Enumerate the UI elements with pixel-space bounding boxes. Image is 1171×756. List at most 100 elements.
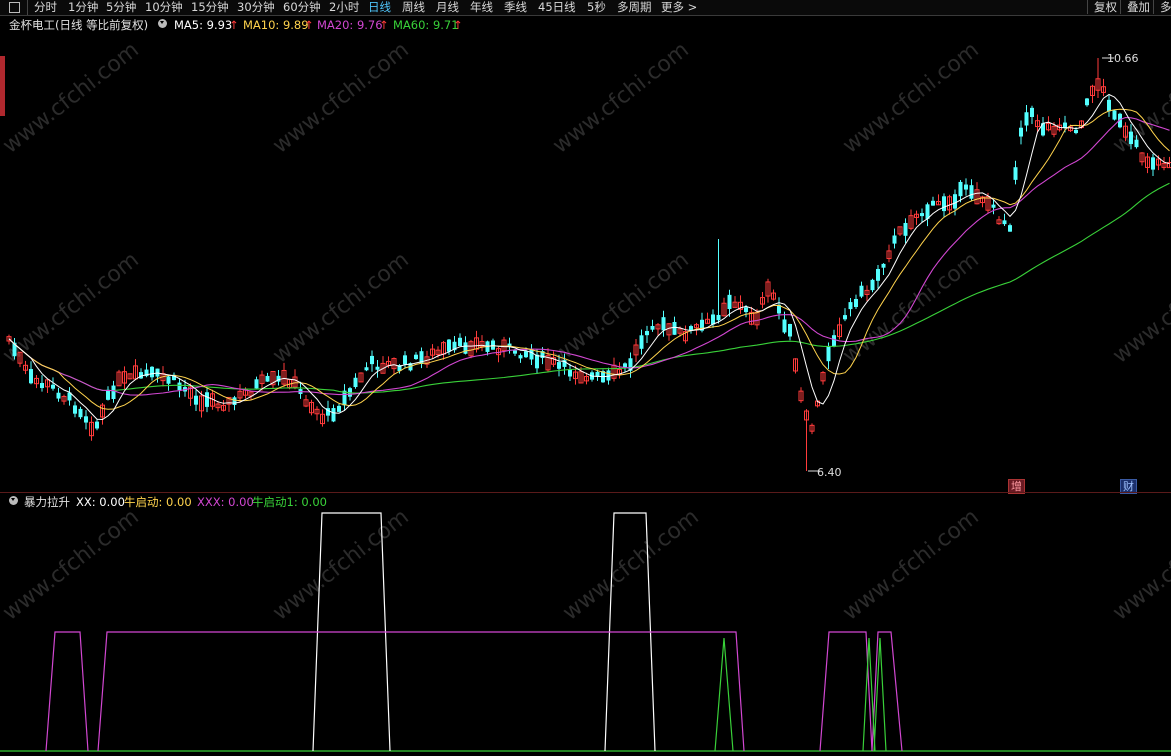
candle-body-down — [1129, 131, 1133, 145]
niu1-value: 牛启动1: 0.00 — [252, 495, 327, 509]
tab-yearly[interactable]: 年线 — [470, 0, 493, 14]
xx-value: XX: 0.00 — [76, 495, 125, 509]
indicator-name[interactable]: 暴力拉升 — [24, 493, 70, 511]
candle-body-down — [727, 294, 732, 310]
more-right-button[interactable]: 多 — [1153, 0, 1171, 14]
candle-body-down — [991, 204, 996, 208]
candle-body-down — [903, 222, 908, 236]
candle-body-down — [645, 331, 649, 336]
tab-2hour[interactable]: 2小时 — [329, 0, 359, 14]
watermark-text: www.cfchi.com — [1108, 247, 1171, 368]
settings-dropdown-icon[interactable] — [158, 19, 167, 28]
candle-body-down — [375, 366, 380, 370]
candle-body-down — [1107, 99, 1111, 112]
watermark-text: www.cfchi.com — [1108, 511, 1171, 626]
tab-quarterly[interactable]: 季线 — [504, 0, 527, 14]
candle-body-down — [177, 382, 182, 391]
tab-1min[interactable]: 1分钟 — [68, 0, 98, 14]
tab-45day[interactable]: 45日线 — [538, 0, 576, 14]
candle-body-down — [826, 346, 831, 362]
ma60-arrow-icon: ↑ — [453, 18, 463, 32]
high-price-label: 10.66 — [1107, 52, 1139, 65]
candle-body-down — [1063, 122, 1067, 128]
ma10-arrow-icon: ↑ — [304, 18, 314, 32]
window-icon[interactable] — [9, 2, 20, 13]
candle-body-down — [337, 405, 341, 412]
ma10-line — [8, 108, 1170, 410]
candle-body-down — [1085, 98, 1089, 106]
ma5-arrow-icon: ↑ — [229, 18, 239, 32]
candle-body-down — [29, 369, 33, 384]
candle-body-down — [953, 194, 957, 209]
candle-body-down — [1074, 129, 1078, 134]
candle-body-down — [166, 376, 171, 384]
candle-body-down — [782, 319, 787, 333]
indicator-chart[interactable]: www.cfchi.com www.cfchi.com www.cfchi.com w… — [0, 511, 1171, 756]
ma60-value: MA60: 9.71 — [393, 18, 459, 32]
tab-fenshi[interactable]: 分时 — [34, 0, 57, 14]
tab-more[interactable]: 更多 > — [661, 0, 697, 14]
tab-weekly[interactable]: 周线 — [402, 0, 425, 14]
watermark-text: www.cfchi.com — [838, 37, 983, 158]
tab-15min[interactable]: 15分钟 — [191, 0, 229, 14]
tab-multi-period[interactable]: 多周期 — [617, 0, 652, 14]
watermark-text: www.cfchi.com — [558, 511, 703, 626]
candle-body-down — [1151, 157, 1155, 170]
candle-body-down — [463, 342, 468, 354]
period-toolbar: 分时 1分钟 5分钟 10分钟 15分钟 30分钟 60分钟 2小时 日线 周线… — [0, 0, 1171, 16]
low-price-label: 6.40 — [817, 466, 842, 479]
indicator-dropdown-icon[interactable] — [9, 496, 18, 505]
candle-body-down — [254, 379, 259, 389]
candle-body-down — [513, 350, 517, 354]
tab-monthly[interactable]: 月线 — [436, 0, 459, 14]
stock-title[interactable]: 金杯电工(日线 等比前复权) — [9, 16, 148, 34]
candle-body-down — [84, 416, 88, 423]
restore-rights-button[interactable]: 复权 — [1087, 0, 1117, 14]
candle-body-down — [931, 200, 935, 206]
tab-30min[interactable]: 30分钟 — [237, 0, 275, 14]
candle-body-down — [40, 382, 44, 389]
candle-body-down — [639, 335, 644, 349]
tab-5min[interactable]: 5分钟 — [106, 0, 136, 14]
candlestick-chart[interactable]: www.cfchi.com www.cfchi.com www.cfchi.com w… — [0, 34, 1171, 492]
xxx-pulse — [97, 631, 745, 752]
candle-body-down — [1112, 110, 1117, 120]
overlay-button[interactable]: 叠加 — [1120, 0, 1150, 14]
watermark-text: www.cfchi.com — [268, 511, 413, 626]
candle-body-down — [447, 339, 451, 352]
candle-body-down — [557, 362, 561, 369]
candle-body-down — [56, 392, 61, 399]
candle-body-down — [331, 408, 336, 422]
candle-body-down — [353, 377, 358, 388]
candle-body-down — [854, 298, 858, 307]
tab-60min[interactable]: 60分钟 — [283, 0, 321, 14]
candle-body-down — [711, 314, 715, 325]
candle-body-down — [958, 181, 963, 197]
candle-body-down — [1002, 220, 1007, 225]
tab-10min[interactable]: 10分钟 — [145, 0, 183, 14]
xxx-pulse — [871, 631, 903, 752]
candle-body-down — [892, 235, 897, 244]
xxx-pulse — [45, 631, 89, 752]
candle-body-down — [870, 279, 875, 291]
ma20-line — [8, 116, 1170, 396]
watermark-text: www.cfchi.com — [838, 511, 983, 626]
candle-body-down — [194, 395, 198, 405]
candle-body-down — [232, 397, 237, 405]
candle-body-down — [969, 185, 974, 199]
candle-body-down — [1013, 167, 1018, 180]
niu1-spike — [873, 637, 887, 752]
candle-body-down — [650, 325, 655, 330]
candle-body-down — [942, 196, 946, 212]
ma60-line — [8, 182, 1170, 394]
candle-body-down — [1030, 107, 1034, 118]
candle-body-down — [364, 367, 369, 371]
ma5-value: MA5: 9.93 — [174, 18, 233, 32]
candle-body-down — [568, 369, 572, 377]
candle-body-down — [881, 263, 886, 268]
tab-5sec[interactable]: 5秒 — [587, 0, 606, 14]
toolbar-separator — [27, 0, 28, 15]
candle-body-down — [106, 389, 110, 400]
tab-daily[interactable]: 日线 — [368, 0, 391, 14]
main-chart-header: 金杯电工(日线 等比前复权) MA5: 9.93 ↑ MA10: 9.89 ↑ … — [0, 16, 800, 34]
